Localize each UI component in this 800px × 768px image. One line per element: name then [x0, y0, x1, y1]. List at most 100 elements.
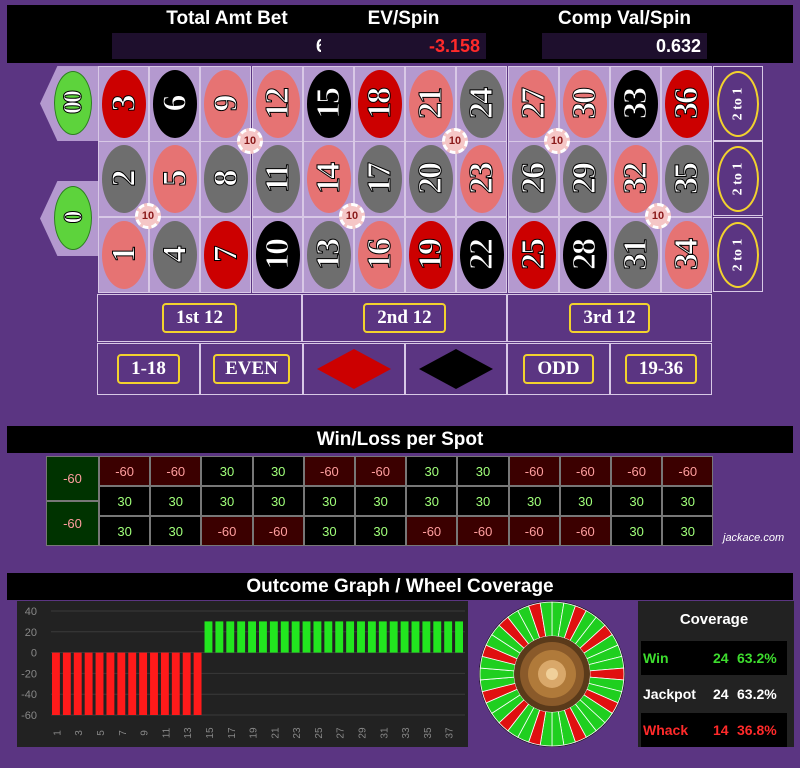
- number-label: 13: [309, 240, 347, 271]
- number-oval: 14: [306, 145, 351, 213]
- x-tick-label: 5: [96, 730, 107, 736]
- outcome-bar: [95, 652, 104, 715]
- outcome-bar: [171, 652, 180, 715]
- outcome-bar: [280, 621, 289, 653]
- number-spot[interactable]: 7: [200, 217, 252, 293]
- number-label: 15: [309, 89, 347, 120]
- outcome-bar: [291, 621, 300, 653]
- number-spot[interactable]: 4: [149, 217, 201, 293]
- outcome-chart: 40200-20-40-601 3 5 7 9 11 13 15 17 19 21 23 25 27 29 3…: [21, 606, 465, 739]
- even-bet-label: EVEN: [213, 354, 290, 384]
- number-oval: 20: [409, 145, 454, 213]
- number-spot[interactable]: 24: [456, 66, 508, 142]
- number-spot[interactable]: 35: [661, 141, 713, 217]
- number-oval: 36: [665, 70, 710, 138]
- number-spot[interactable]: 28: [558, 217, 610, 293]
- odd-bet-label: ODD: [523, 354, 594, 384]
- column-bet-bottom[interactable]: 2 to 1: [713, 217, 763, 292]
- number-spot[interactable]: 16: [354, 217, 405, 293]
- number-label: 27: [514, 89, 552, 120]
- dozen-2nd[interactable]: 2nd 12: [302, 294, 507, 342]
- outcome-bar: [259, 621, 267, 653]
- number-spot[interactable]: 6: [149, 66, 201, 142]
- winloss-cell: -60: [150, 456, 202, 486]
- y-tick-label: -60: [21, 710, 37, 722]
- number-spot[interactable]: 11: [251, 141, 303, 217]
- outcome-bar: [357, 621, 365, 653]
- number-oval: 7: [204, 221, 249, 289]
- winloss-cell: 30: [406, 456, 458, 486]
- number-label: 9: [207, 96, 245, 112]
- outcome-bar: [226, 621, 235, 653]
- bet-chip[interactable]: 10: [135, 203, 161, 229]
- number-spot[interactable]: 36: [661, 66, 713, 142]
- low-bet-label: 1-18: [117, 354, 180, 384]
- odd-bet[interactable]: ODD: [507, 343, 610, 395]
- winloss-cell: -60: [508, 456, 560, 486]
- credit-link[interactable]: jackace.com: [723, 532, 784, 544]
- number-spot[interactable]: 19: [405, 217, 457, 293]
- number-spot[interactable]: 3: [98, 66, 149, 142]
- dozen-3rd[interactable]: 3rd 12: [507, 294, 712, 342]
- zero-zero-spot[interactable]: 00: [40, 66, 98, 141]
- dozen-2nd-label: 2nd 12: [363, 303, 446, 333]
- bet-chip[interactable]: 10: [339, 203, 365, 229]
- number-spot[interactable]: 1: [98, 217, 149, 293]
- x-tick-label: 29: [358, 727, 369, 739]
- number-oval: 17: [358, 145, 402, 213]
- outcome-bar: [128, 652, 137, 715]
- number-spot[interactable]: 18: [354, 66, 405, 142]
- number-label: 14: [309, 164, 347, 195]
- number-spot[interactable]: 33: [610, 66, 661, 142]
- bet-chip[interactable]: 10: [237, 128, 263, 154]
- number-spot[interactable]: 25: [507, 217, 559, 293]
- number-spot[interactable]: 23: [456, 141, 508, 217]
- dozen-1st[interactable]: 1st 12: [97, 294, 302, 342]
- number-spot[interactable]: 30: [558, 66, 610, 142]
- bet-chip[interactable]: 10: [544, 128, 570, 154]
- winloss-cell: 30: [662, 516, 714, 546]
- winloss-cell: 30: [508, 486, 560, 516]
- number-label: 28: [565, 240, 603, 271]
- coverage-jackpot-pct: 63.2%: [737, 686, 777, 702]
- bet-chip[interactable]: 10: [645, 203, 671, 229]
- winloss-cell: 30: [303, 486, 355, 516]
- number-spot[interactable]: 34: [661, 217, 713, 293]
- outcome-bar: [269, 621, 278, 653]
- number-spot[interactable]: 22: [456, 217, 508, 293]
- y-tick-label: 0: [31, 648, 37, 660]
- x-tick-label: 35: [423, 727, 434, 739]
- column-bet-top[interactable]: 2 to 1: [713, 66, 763, 141]
- low-bet[interactable]: 1-18: [97, 343, 200, 395]
- red-bet[interactable]: [303, 343, 405, 395]
- number-label: 2: [105, 171, 143, 187]
- column-bet-middle[interactable]: 2 to 1: [713, 141, 763, 216]
- number-label: 16: [361, 240, 399, 271]
- winloss-cell: 30: [252, 456, 304, 486]
- number-spot[interactable]: 13: [302, 217, 354, 293]
- black-bet[interactable]: [405, 343, 507, 395]
- number-spot[interactable]: 10: [251, 217, 303, 293]
- winloss-cell: -60: [99, 456, 151, 486]
- column-bet-middle-oval: 2 to 1: [717, 145, 759, 212]
- coverage-panel: Coverage Win 24 63.2% Jackpot 24 63.2% W…: [638, 601, 794, 747]
- x-tick-label: 37: [445, 727, 456, 739]
- number-spot[interactable]: 12: [251, 66, 303, 142]
- coverage-win-label: Win: [643, 650, 669, 666]
- bet-chip[interactable]: 10: [442, 128, 468, 154]
- number-oval: 1: [102, 221, 146, 289]
- zero-spot[interactable]: 0: [40, 181, 98, 256]
- even-bet[interactable]: EVEN: [200, 343, 303, 395]
- coverage-jackpot-row: Jackpot 24 63.2%: [641, 677, 787, 711]
- winloss-cell: 30: [99, 486, 151, 516]
- y-tick-label: -20: [21, 668, 37, 680]
- number-spot[interactable]: 17: [354, 141, 405, 217]
- number-label: 1: [105, 247, 143, 263]
- number-spot[interactable]: 15: [302, 66, 354, 142]
- number-label: 29: [565, 164, 603, 195]
- number-spot[interactable]: 29: [558, 141, 610, 217]
- outcome-bar: [389, 621, 398, 653]
- high-bet[interactable]: 19-36: [610, 343, 712, 395]
- winloss-cell: 30: [611, 516, 663, 546]
- column-bet-top-oval: 2 to 1: [717, 70, 759, 137]
